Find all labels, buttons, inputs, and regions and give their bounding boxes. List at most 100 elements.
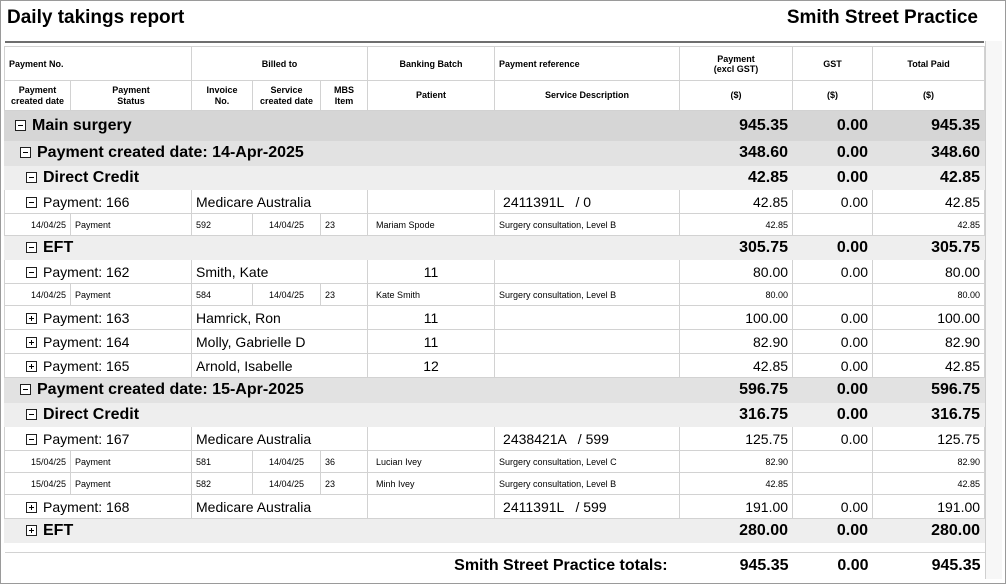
expand-box-icon[interactable] bbox=[26, 337, 37, 349]
expand-box-icon[interactable] bbox=[26, 502, 37, 514]
header-status-line2: Status bbox=[117, 95, 145, 106]
expand-box-icon[interactable] bbox=[26, 313, 37, 325]
header-payment-reference[interactable]: Payment reference bbox=[494, 46, 681, 81]
group-row-direct-credit[interactable]: Direct Credit 316.75 0.00 316.75 bbox=[3, 402, 986, 427]
header-invoice-line1: Invoice bbox=[206, 84, 238, 95]
banking-batch: 11 bbox=[367, 305, 496, 330]
header-service-description[interactable]: Service Description bbox=[494, 80, 681, 111]
payment-row-166[interactable]: Payment: 166 Medicare Australia 2411391L… bbox=[3, 189, 986, 214]
total-paid: 100.00 bbox=[872, 305, 986, 330]
group-label: Payment created date: 15-Apr-2025 bbox=[37, 381, 304, 398]
header-payment-status[interactable]: Payment Status bbox=[69, 80, 193, 111]
collapse-box-icon[interactable] bbox=[26, 408, 37, 420]
totals-total: 945.35 bbox=[872, 552, 985, 579]
gst-amount: 0.00 bbox=[792, 494, 874, 519]
header-mbs-line2: Item bbox=[334, 95, 354, 106]
header-payment-created-date[interactable]: Payment created date bbox=[4, 80, 71, 111]
group-payment: 348.60 bbox=[679, 140, 794, 166]
billed-to: Hamrick, Ron bbox=[191, 305, 369, 330]
header-service-created-date[interactable]: Service created date bbox=[252, 80, 322, 111]
group-row-direct-credit[interactable]: Direct Credit 42.85 0.00 42.85 bbox=[3, 165, 986, 190]
collapse-box-icon[interactable] bbox=[20, 384, 31, 396]
group-gst: 0.00 bbox=[792, 140, 874, 166]
payment-created-date: 15/04/25 bbox=[4, 450, 71, 473]
payment-row-165[interactable]: Payment: 165 Arnold, Isabelle 12 42.85 0… bbox=[3, 353, 986, 378]
header-scd-line2: created date bbox=[260, 95, 314, 106]
total-paid: 80.00 bbox=[872, 259, 986, 284]
collapse-box-icon[interactable] bbox=[15, 119, 26, 131]
payment-label: Payment: 165 bbox=[43, 357, 130, 374]
group-label-cell: EFT bbox=[3, 518, 681, 543]
payment-amount: 191.00 bbox=[679, 494, 794, 519]
banking-batch: 11 bbox=[367, 329, 496, 354]
collapse-box-icon[interactable] bbox=[26, 197, 37, 209]
group-row-eft[interactable]: EFT 280.00 0.00 280.00 bbox=[3, 518, 986, 543]
header-invoice-no[interactable]: Invoice No. bbox=[191, 80, 254, 111]
collapse-box-icon[interactable] bbox=[26, 241, 37, 253]
header-payment-no[interactable]: Payment No. bbox=[3, 46, 193, 81]
payment-status: Payment bbox=[69, 213, 193, 236]
group-row-date-14-apr[interactable]: Payment created date: 14-Apr-2025 348.60… bbox=[3, 140, 986, 166]
payment-status: Payment bbox=[69, 472, 193, 495]
header-unit-payment: ($) bbox=[679, 80, 794, 111]
report-window: Daily takings report Smith Street Practi… bbox=[0, 0, 1006, 584]
group-payment: 280.00 bbox=[679, 518, 794, 543]
group-label: Direct Credit bbox=[43, 405, 140, 423]
group-label-cell: Direct Credit bbox=[3, 165, 681, 190]
group-label-cell: Payment created date: 14-Apr-2025 bbox=[3, 140, 681, 166]
payment-label: Payment: 167 bbox=[43, 430, 130, 447]
header-total-paid[interactable]: Total Paid bbox=[872, 46, 986, 81]
group-payment: 945.35 bbox=[679, 110, 794, 141]
banking-batch bbox=[367, 189, 496, 214]
header-gst[interactable]: GST bbox=[792, 46, 874, 81]
patient: Lucian Ivey bbox=[367, 450, 496, 473]
detail-gst bbox=[792, 472, 874, 495]
billed-to: Medicare Australia bbox=[191, 494, 369, 519]
vertical-scrollbar[interactable] bbox=[985, 41, 1002, 579]
group-row-eft[interactable]: EFT 305.75 0.00 305.75 bbox=[3, 235, 986, 260]
payment-created-date: 14/04/25 bbox=[4, 213, 71, 236]
header-row-1: Payment No. Billed to Banking Batch Paym… bbox=[3, 46, 986, 81]
payment-label-cell: Payment: 167 bbox=[3, 426, 193, 451]
payment-row-167[interactable]: Payment: 167 Medicare Australia 2438421A… bbox=[3, 426, 986, 451]
header-billed-to[interactable]: Billed to bbox=[191, 46, 369, 81]
payment-amount: 42.85 bbox=[679, 189, 794, 214]
payment-row-163[interactable]: Payment: 163 Hamrick, Ron 11 100.00 0.00… bbox=[3, 305, 986, 330]
expand-box-icon[interactable] bbox=[26, 361, 37, 373]
service-created-date: 14/04/25 bbox=[252, 450, 322, 473]
detail-payment: 42.85 bbox=[679, 472, 794, 495]
header-row-2: Payment created date Payment Status Invoic… bbox=[4, 80, 986, 111]
detail-payment: 42.85 bbox=[679, 213, 794, 236]
billed-to: Medicare Australia bbox=[191, 426, 369, 451]
header-banking-batch[interactable]: Banking Batch bbox=[367, 46, 496, 81]
group-total: 280.00 bbox=[872, 518, 986, 543]
banking-batch bbox=[367, 494, 496, 519]
collapse-box-icon[interactable] bbox=[26, 434, 37, 446]
total-paid: 42.85 bbox=[872, 353, 986, 378]
collapse-box-icon[interactable] bbox=[26, 267, 37, 279]
detail-row: 14/04/25 Payment 584 14/04/25 23 Kate Sm… bbox=[4, 283, 986, 306]
group-row-main-surgery[interactable]: Main surgery 945.35 0.00 945.35 bbox=[3, 110, 986, 141]
group-row-date-15-apr[interactable]: Payment created date: 15-Apr-2025 596.75… bbox=[3, 377, 986, 403]
header-payment-excl-gst[interactable]: Payment (excl GST) bbox=[679, 46, 794, 81]
expand-box-icon[interactable] bbox=[26, 524, 37, 536]
payment-row-168[interactable]: Payment: 168 Medicare Australia 2411391L… bbox=[3, 494, 986, 519]
payment-row-164[interactable]: Payment: 164 Molly, Gabrielle D 11 82.90… bbox=[3, 329, 986, 354]
collapse-box-icon[interactable] bbox=[26, 171, 37, 183]
report-title: Daily takings report bbox=[7, 7, 185, 28]
totals-row: Smith Street Practice totals: 945.35 0.0… bbox=[4, 552, 985, 579]
header-patient[interactable]: Patient bbox=[367, 80, 496, 111]
group-label: EFT bbox=[43, 521, 74, 539]
banking-batch bbox=[367, 426, 496, 451]
collapse-box-icon[interactable] bbox=[20, 147, 31, 159]
total-paid: 125.75 bbox=[872, 426, 986, 451]
invoice-no: 581 bbox=[191, 450, 254, 473]
header-mbs-item[interactable]: MBS Item bbox=[320, 80, 369, 111]
total-paid: 191.00 bbox=[872, 494, 986, 519]
detail-total: 42.85 bbox=[872, 472, 986, 495]
payment-row-162[interactable]: Payment: 162 Smith, Kate 11 80.00 0.00 8… bbox=[3, 259, 986, 284]
header-unit-gst: ($) bbox=[792, 80, 874, 111]
spacer-cell bbox=[5, 543, 985, 553]
service-description: Surgery consultation, Level B bbox=[494, 213, 681, 236]
gst-amount: 0.00 bbox=[792, 259, 874, 284]
